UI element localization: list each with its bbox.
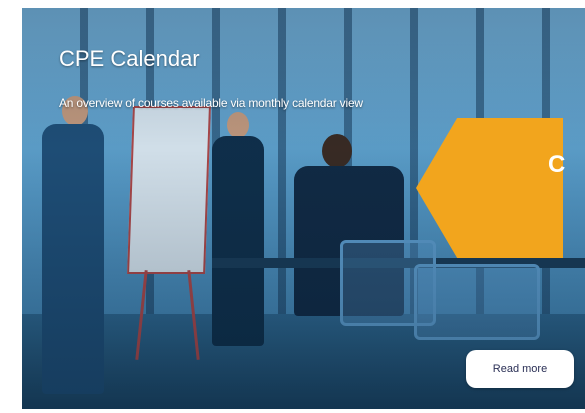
- read-more-button[interactable]: Read more: [466, 350, 574, 388]
- card-title: CPE Calendar: [59, 46, 200, 71]
- card-subtitle: An overview of courses available via mon…: [59, 96, 363, 110]
- category-banner-text: C: [548, 151, 566, 178]
